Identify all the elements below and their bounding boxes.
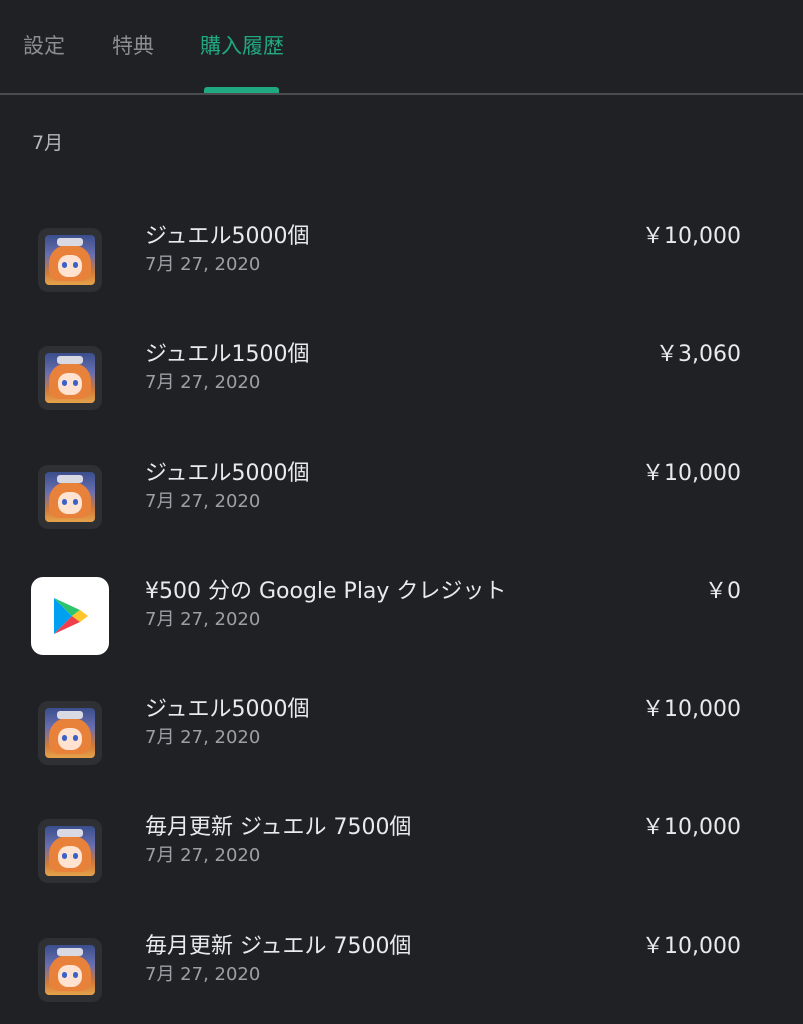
purchase-price: ￥10,000 bbox=[642, 224, 741, 249]
game-app-icon bbox=[38, 228, 102, 292]
purchase-row[interactable]: 毎月更新 ジュエル 7500個 7月 27, 2020 ￥10,000 bbox=[0, 906, 803, 1024]
purchase-price: ￥10,000 bbox=[642, 697, 741, 723]
purchase-row[interactable]: ジュエル5000個 7月 27, 2020 ￥10,000 bbox=[0, 433, 803, 551]
purchase-title: ジュエル5000個 bbox=[145, 224, 310, 249]
tab-purchase-history[interactable]: 購入履歴 bbox=[200, 30, 284, 60]
purchase-title: ジュエル5000個 bbox=[145, 460, 310, 486]
purchase-row[interactable]: ¥500 分の Google Play クレジット 7月 27, 2020 ￥0 bbox=[0, 551, 803, 669]
purchase-title: ジュエル5000個 bbox=[145, 697, 310, 723]
game-app-icon bbox=[38, 346, 102, 411]
purchase-date: 7月 27, 2020 bbox=[145, 490, 261, 512]
purchase-price: ￥10,000 bbox=[642, 460, 741, 486]
purchase-date: 7月 27, 2020 bbox=[145, 845, 261, 867]
purchase-price: ￥0 bbox=[705, 578, 741, 604]
purchase-title: ¥500 分の Google Play クレジット bbox=[145, 578, 507, 604]
purchase-date: 7月 27, 2020 bbox=[145, 372, 261, 394]
active-tab-indicator bbox=[204, 87, 279, 93]
purchase-date: 7月 27, 2020 bbox=[145, 963, 261, 985]
purchase-price: ￥10,000 bbox=[642, 933, 741, 959]
game-app-icon bbox=[38, 464, 102, 529]
purchase-row[interactable]: 毎月更新 ジュエル 7500個 7月 27, 2020 ￥10,000 bbox=[0, 787, 803, 905]
game-app-icon bbox=[38, 937, 102, 1002]
tab-bar: 設定 特典 購入履歴 bbox=[0, 0, 803, 95]
purchase-date: 7月 27, 2020 bbox=[145, 254, 261, 275]
tab-rewards[interactable]: 特典 bbox=[112, 30, 154, 60]
purchase-price: ￥3,060 bbox=[656, 342, 741, 368]
purchase-date: 7月 27, 2020 bbox=[145, 727, 261, 749]
month-header: 7月 bbox=[32, 132, 64, 154]
game-app-icon bbox=[38, 819, 102, 884]
game-app-icon bbox=[38, 701, 102, 766]
purchase-date: 7月 27, 2020 bbox=[145, 608, 261, 630]
purchase-row[interactable]: ジュエル1500個 7月 27, 2020 ￥3,060 bbox=[0, 314, 803, 432]
purchase-row[interactable]: ジュエル5000個 7月 27, 2020 ￥10,000 bbox=[0, 196, 803, 314]
google-play-icon bbox=[31, 576, 109, 655]
purchase-list: ジュエル5000個 7月 27, 2020 ￥10,000 ジュエル1500個 … bbox=[0, 196, 803, 1024]
purchase-row[interactable]: ジュエル5000個 7月 27, 2020 ￥10,000 bbox=[0, 669, 803, 787]
tab-settings[interactable]: 設定 bbox=[23, 30, 65, 60]
purchase-title: 毎月更新 ジュエル 7500個 bbox=[145, 933, 412, 959]
purchase-price: ￥10,000 bbox=[642, 815, 741, 841]
purchase-title: ジュエル1500個 bbox=[145, 342, 310, 368]
purchase-title: 毎月更新 ジュエル 7500個 bbox=[145, 815, 412, 841]
